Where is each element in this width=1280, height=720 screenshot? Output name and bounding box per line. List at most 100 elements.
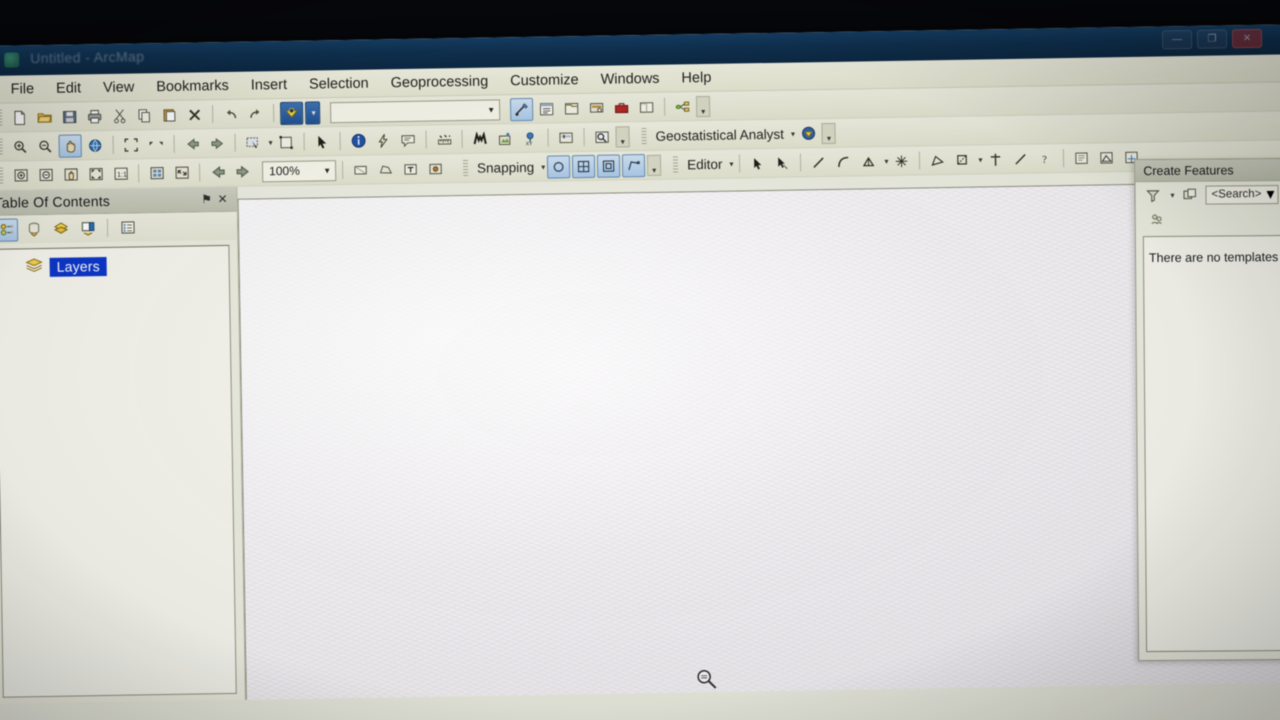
toolbar-grip[interactable] xyxy=(0,109,3,127)
layout-zoom-out-icon[interactable] xyxy=(34,163,57,186)
draw-marker-icon[interactable] xyxy=(424,157,447,180)
go-back-layout-icon[interactable] xyxy=(206,160,229,183)
fixed-zoom-in-icon[interactable] xyxy=(119,133,142,156)
geostatistical-analyst-dropdown-icon[interactable]: ▾ xyxy=(789,129,795,138)
geostatistical-analyst-label[interactable]: Geostatistical Analyst xyxy=(652,126,787,143)
select-features-icon[interactable] xyxy=(241,131,264,154)
edit-annotation-icon[interactable] xyxy=(771,151,794,174)
measure-icon[interactable] xyxy=(432,128,455,151)
zoom-100-icon[interactable]: 1:1 xyxy=(109,162,132,185)
draw-rectangle-icon[interactable] xyxy=(349,158,372,181)
zoom-to-page-width-icon[interactable] xyxy=(145,161,168,184)
toc-layer-item-layers[interactable]: Layers xyxy=(0,246,229,278)
go-forward-layout-icon[interactable] xyxy=(231,160,254,183)
search-icon[interactable] xyxy=(585,96,608,119)
select-features-dropdown-icon[interactable]: ▾ xyxy=(267,138,273,147)
endpoint-arc-icon[interactable] xyxy=(832,150,855,173)
geostatistical-toolbar-grip[interactable] xyxy=(641,127,647,145)
layout-pan-icon[interactable] xyxy=(59,163,82,186)
template-search-input[interactable]: <Search> ▾ xyxy=(1205,184,1279,205)
geostatistical-overflow-button[interactable]: ▾ xyxy=(821,122,837,144)
sketch-properties-icon[interactable] xyxy=(890,149,913,172)
organize-templates-dropdown-icon[interactable]: ▾ xyxy=(1168,190,1174,199)
menu-windows[interactable]: Windows xyxy=(591,68,670,89)
merge-icon[interactable] xyxy=(984,148,1007,171)
editor-toolbar-grip[interactable] xyxy=(672,155,679,174)
menu-help[interactable]: Help xyxy=(671,67,721,88)
snapping-toolbar-grip[interactable] xyxy=(462,159,469,177)
create-features-pin-button[interactable]: ⚑ xyxy=(1275,161,1280,177)
editor-label[interactable]: Editor xyxy=(684,156,726,172)
close-button[interactable]: ✕ xyxy=(1231,28,1263,49)
minimize-button[interactable]: — xyxy=(1161,29,1193,50)
catalog-icon[interactable] xyxy=(560,97,583,120)
layout-zoom-combo[interactable]: 100% ▼ xyxy=(261,159,337,182)
editor-toolbar-icon[interactable] xyxy=(509,97,534,121)
new-map-icon[interactable] xyxy=(8,106,31,129)
edit-tool-icon[interactable] xyxy=(746,151,769,174)
toolbar-overflow-button[interactable]: ▾ xyxy=(695,95,711,117)
restore-button[interactable]: ❐ xyxy=(1196,29,1228,49)
end-snapping-icon[interactable] xyxy=(621,153,646,177)
table-of-contents-icon[interactable] xyxy=(535,97,558,120)
time-slider-icon[interactable] xyxy=(554,126,577,149)
toc-pin-button[interactable]: ⚑ xyxy=(198,191,214,207)
group-templates-icon[interactable] xyxy=(1146,207,1169,230)
create-features-icon[interactable] xyxy=(1070,146,1093,169)
go-to-xy-icon[interactable]: XY xyxy=(518,126,541,149)
list-by-selection-icon[interactable] xyxy=(76,217,99,240)
menu-view[interactable]: View xyxy=(93,77,144,98)
list-by-drawing-order-icon[interactable] xyxy=(0,217,19,242)
construct-points-icon[interactable] xyxy=(926,148,949,171)
toc-layer-tree[interactable]: Layers xyxy=(0,244,237,698)
toolbar-overflow-button[interactable]: ▾ xyxy=(615,125,630,148)
print-icon[interactable] xyxy=(83,104,106,127)
menu-customize[interactable]: Customize xyxy=(500,69,589,90)
menu-selection[interactable]: Selection xyxy=(299,73,379,94)
organize-templates-icon[interactable] xyxy=(1141,183,1164,206)
menu-file[interactable]: File xyxy=(1,78,45,99)
point-snapping-icon[interactable] xyxy=(546,154,571,179)
zoom-in-icon[interactable] xyxy=(8,135,31,158)
open-icon[interactable] xyxy=(33,105,56,128)
draw-polygon-icon[interactable] xyxy=(374,158,397,181)
split-dropdown-icon[interactable]: ▾ xyxy=(976,155,982,164)
identify-icon[interactable] xyxy=(346,129,369,152)
go-next-extent-icon[interactable] xyxy=(205,131,228,154)
trace-icon[interactable] xyxy=(857,150,880,173)
snapping-dropdown-icon[interactable]: ▾ xyxy=(539,162,545,171)
undo-icon[interactable] xyxy=(219,102,242,125)
toolbar-grip[interactable] xyxy=(0,167,4,185)
zoom-out-icon[interactable] xyxy=(33,134,56,157)
chevron-down-icon[interactable]: ▾ xyxy=(1266,184,1274,204)
toc-close-button[interactable]: ✕ xyxy=(214,191,230,207)
select-elements-icon[interactable] xyxy=(274,130,297,153)
menu-bookmarks[interactable]: Bookmarks xyxy=(146,75,239,97)
html-popup-icon[interactable] xyxy=(396,128,419,151)
snapping-overflow-button[interactable]: ▾ xyxy=(646,154,662,176)
hyperlink-icon[interactable] xyxy=(371,129,394,152)
new-template-icon[interactable] xyxy=(1178,183,1201,206)
copy-icon[interactable] xyxy=(133,104,156,127)
split-icon[interactable] xyxy=(951,148,974,171)
rotate-icon[interactable] xyxy=(1009,147,1032,170)
zoom-whole-page-icon[interactable] xyxy=(84,162,107,185)
options-icon[interactable] xyxy=(116,216,139,239)
list-by-visibility-icon[interactable] xyxy=(49,217,72,240)
menu-geoprocessing[interactable]: Geoprocessing xyxy=(381,71,499,93)
pan-icon[interactable] xyxy=(58,133,82,158)
fixed-zoom-out-icon[interactable] xyxy=(144,132,167,155)
toolbar-grip[interactable] xyxy=(0,138,3,156)
draw-text-icon[interactable] xyxy=(399,157,422,180)
toc-layer-label[interactable]: Layers xyxy=(49,256,108,277)
arctoolbox-icon[interactable] xyxy=(610,96,633,119)
create-features-template-list[interactable]: There are no templates to s xyxy=(1142,234,1280,653)
delete-icon[interactable] xyxy=(183,103,206,126)
full-extent-icon[interactable] xyxy=(83,133,106,156)
trace-dropdown-icon[interactable]: ▾ xyxy=(882,156,888,165)
attributes-icon[interactable]: ? xyxy=(1034,147,1057,170)
create-viewer-window-icon[interactable] xyxy=(590,125,613,148)
select-arrow-icon[interactable] xyxy=(310,130,333,153)
add-data-icon[interactable] xyxy=(279,101,304,125)
map-scale-combo[interactable]: ▼ xyxy=(329,98,501,123)
